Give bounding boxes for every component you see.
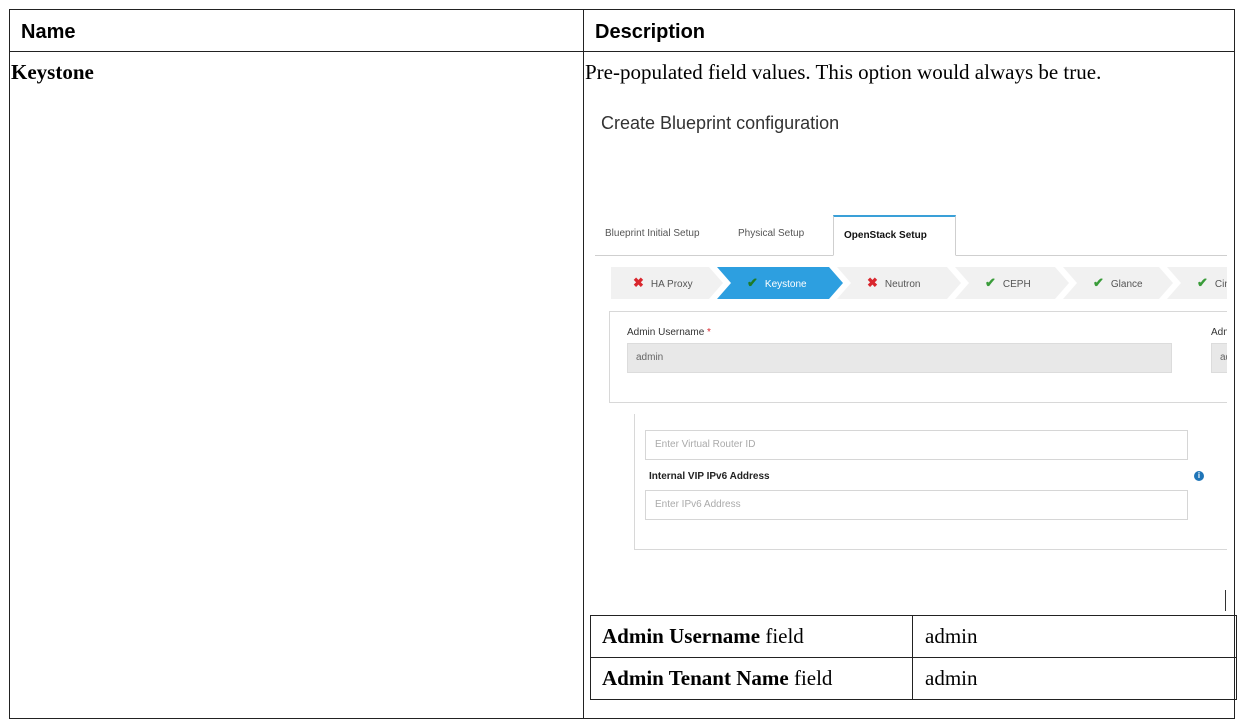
step-label: Glance xyxy=(1110,279,1143,290)
step-label: CEPH xyxy=(1002,279,1031,290)
admin-username-field[interactable]: admin xyxy=(627,343,1172,373)
vip-panel: Enter Virtual Router ID Internal VIP IPv… xyxy=(634,414,1227,550)
step-label: Neutron xyxy=(884,279,921,290)
checkmark-icon: ✔ xyxy=(985,275,996,290)
step-ceph[interactable]: ✔ CEPH xyxy=(955,267,1069,299)
checkmark-icon: ✔ xyxy=(1197,275,1208,290)
checkmark-icon: ✔ xyxy=(1093,275,1104,290)
admin-username-label: Admin Username * xyxy=(627,327,711,338)
checkmark-icon: ✔ xyxy=(747,275,758,290)
step-label: HA Proxy xyxy=(650,279,693,290)
table-header-row: Name Description xyxy=(10,10,1234,52)
right-field[interactable]: ad xyxy=(1211,343,1227,373)
step-wizard: ✖ HA Proxy ✔ Keystone ✖ Neutron ✔ CEPH ✔ Glan… xyxy=(611,267,1227,299)
tab-blueprint-initial-setup[interactable]: Blueprint Initial Setup xyxy=(595,215,710,253)
step-ha-proxy[interactable]: ✖ HA Proxy xyxy=(611,267,723,299)
row-description: Pre-populated field values. This option … xyxy=(585,60,1102,84)
close-x-icon: ✖ xyxy=(867,275,878,290)
fields-table: Admin Username field admin Admin Tenant … xyxy=(590,615,1239,703)
tab-physical-setup[interactable]: Physical Setup xyxy=(728,215,814,253)
step-cinder[interactable]: ✔ Cinder xyxy=(1167,267,1227,299)
ipv6-input[interactable]: Enter IPv6 Address xyxy=(645,490,1188,520)
ipv6-label: Internal VIP IPv6 Address xyxy=(649,471,770,482)
table-row: Admin Username field admin xyxy=(590,615,1237,658)
header-description: Description xyxy=(595,21,706,43)
step-label: Cinder xyxy=(1214,279,1225,290)
close-x-icon: ✖ xyxy=(633,275,644,290)
header-name: Name xyxy=(21,21,76,43)
virtual-router-input[interactable]: Enter Virtual Router ID xyxy=(645,430,1188,460)
embedded-screenshot: Create Blueprint configuration Blueprint… xyxy=(589,96,1227,590)
field-value: admin xyxy=(925,624,978,648)
field-value: admin xyxy=(925,666,978,690)
column-divider xyxy=(583,10,584,718)
table-row: Admin Tenant Name field admin xyxy=(590,657,1237,700)
field-label: Admin Username field xyxy=(591,616,913,657)
row-name: Keystone xyxy=(11,60,94,84)
tab-openstack-setup[interactable]: OpenStack Setup xyxy=(833,215,956,256)
step-keystone[interactable]: ✔ Keystone xyxy=(717,267,843,299)
step-label: Keystone xyxy=(764,279,807,290)
step-glance[interactable]: ✔ Glance xyxy=(1063,267,1173,299)
field-label: Admin Tenant Name field xyxy=(591,658,913,699)
keystone-panel: Admin Username * admin Adm ad xyxy=(609,311,1227,403)
right-field-label: Adm xyxy=(1211,327,1227,338)
info-icon[interactable]: i xyxy=(1194,471,1204,481)
step-neutron[interactable]: ✖ Neutron xyxy=(837,267,961,299)
setup-tabs: Blueprint Initial Setup Physical Setup O… xyxy=(595,215,1227,256)
screenshot-title: Create Blueprint configuration xyxy=(601,113,840,133)
